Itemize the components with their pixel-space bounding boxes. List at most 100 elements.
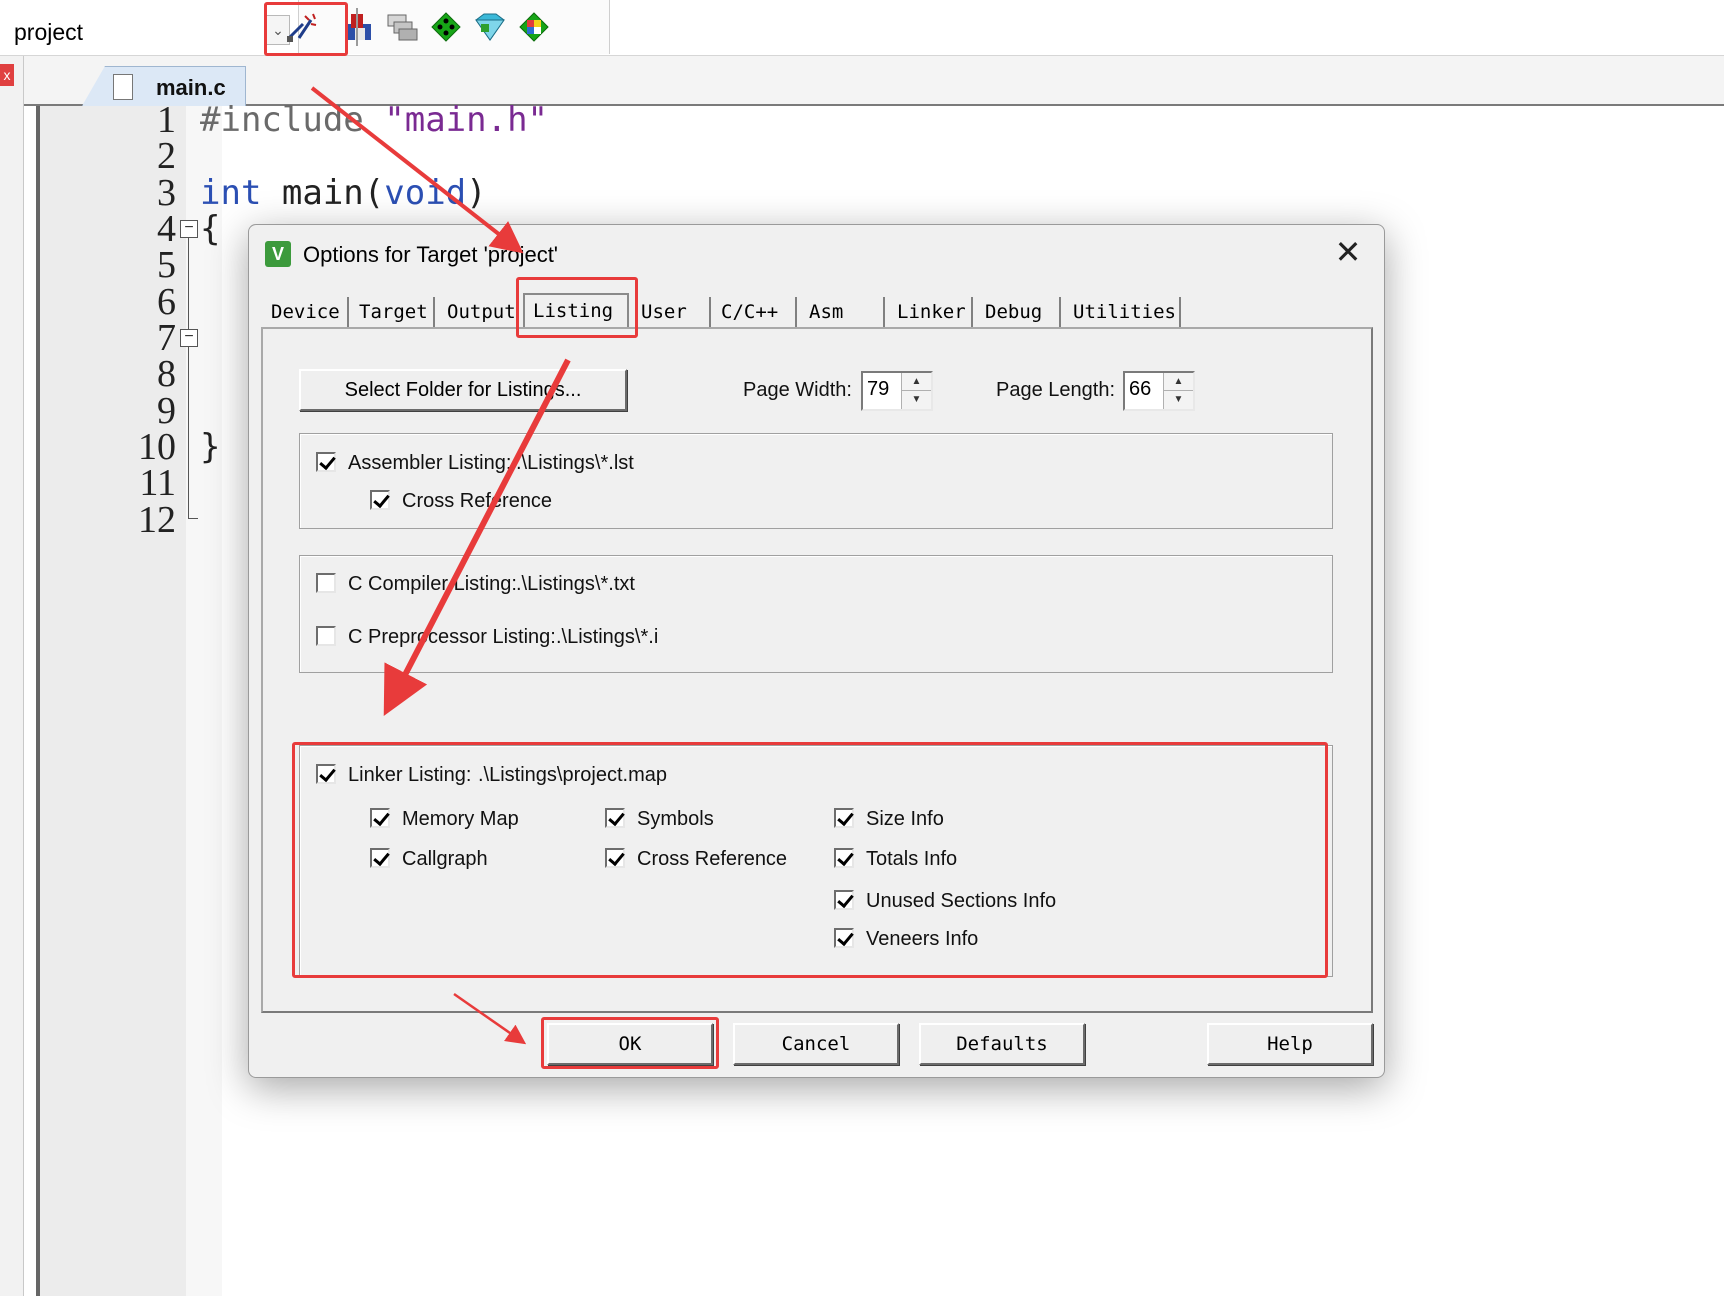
page-width-value: 79: [867, 378, 890, 400]
unused-sections-info-checkbox[interactable]: [834, 890, 854, 910]
line-number: 9: [157, 390, 176, 432]
toolbar-separator: [356, 8, 358, 46]
pack-installer-icon[interactable]: [473, 10, 507, 44]
target-select[interactable]: project ⌄: [0, 8, 298, 50]
tab-asm[interactable]: Asm: [801, 297, 885, 327]
toolbar: project ⌄: [0, 0, 1724, 56]
down-arrow-icon: ▼: [1173, 394, 1184, 405]
fold-toggle-icon[interactable]: −: [180, 220, 198, 238]
linker-listing-path: .\Listings\project.map: [478, 764, 667, 786]
code-line-3: int main(void): [200, 173, 487, 213]
line-number: 1: [157, 99, 176, 141]
manage-components-icon[interactable]: [385, 10, 419, 44]
tab-device[interactable]: Device: [263, 297, 349, 327]
line-number: 2: [157, 135, 176, 177]
callgraph-checkbox[interactable]: [370, 848, 390, 868]
tab-target[interactable]: Target: [351, 297, 435, 327]
tab-output[interactable]: Output: [439, 297, 519, 327]
line-number: 10: [138, 426, 176, 468]
page-length-label: Page Length:: [996, 379, 1115, 401]
spinner-buttons[interactable]: ▲ ▼: [1163, 373, 1193, 409]
select-folder-button[interactable]: Select Folder for Listings...: [299, 369, 627, 411]
c-compiler-listing-path: .\Listings\*.txt: [516, 573, 635, 595]
memory-map-checkbox[interactable]: [370, 808, 390, 828]
up-arrow-icon: ▲: [902, 373, 931, 391]
tab-listing[interactable]: Listing: [523, 293, 629, 329]
code-line-1: #include "main.h": [200, 100, 549, 140]
size-info-label: Size Info: [866, 808, 944, 830]
spinner-buttons[interactable]: ▲ ▼: [901, 373, 931, 409]
unused-sections-info-label: Unused Sections Info: [866, 890, 1057, 912]
page-length-spinner[interactable]: 66 ▲ ▼: [1123, 371, 1195, 411]
linker-listing-checkbox[interactable]: [316, 764, 336, 784]
tab-c-cpp[interactable]: C/C++: [713, 297, 797, 327]
assembler-listing-path: .\Listings\*.lst: [516, 452, 634, 474]
memory-map-label: Memory Map: [402, 808, 519, 830]
symbols-label: Symbols: [637, 808, 714, 830]
close-icon[interactable]: ✕: [1328, 233, 1368, 273]
fold-toggle-icon[interactable]: −: [180, 329, 198, 347]
tab-debug[interactable]: Debug: [977, 297, 1061, 327]
callgraph-label: Callgraph: [402, 848, 488, 870]
help-button[interactable]: Help: [1207, 1023, 1373, 1065]
editor-tab-bar: main.c: [24, 56, 1724, 106]
totals-info-checkbox[interactable]: [834, 848, 854, 868]
c-preprocessor-listing-checkbox[interactable]: [316, 626, 336, 646]
page-length-value: 66: [1129, 378, 1152, 400]
linker-listing-label: Linker Listing:: [348, 764, 472, 786]
veneers-info-label: Veneers Info: [866, 928, 979, 950]
options-for-target-dialog: V Options for Target 'project' ✕ Device …: [248, 224, 1385, 1078]
totals-info-label: Totals Info: [866, 848, 958, 870]
code-line-10: }: [200, 427, 221, 467]
c-preprocessor-listing-label: C Preprocessor Listing:: [348, 626, 556, 648]
run-time-environment-icon[interactable]: [517, 10, 551, 44]
file-icon: [113, 74, 133, 100]
asm-cross-reference-checkbox[interactable]: [370, 490, 390, 510]
line-number: 8: [157, 353, 176, 395]
tab-user[interactable]: User: [633, 297, 711, 327]
line-number: 7: [157, 317, 176, 359]
dialog-tabs: Device Target Output Listing User C/C++ …: [263, 293, 1373, 329]
veneers-info-checkbox[interactable]: [834, 928, 854, 948]
c-preprocessor-listing-path: .\Listings\*.i: [556, 626, 659, 648]
cancel-button[interactable]: Cancel: [733, 1023, 899, 1065]
line-number: 5: [157, 244, 176, 286]
c-compiler-listing-checkbox[interactable]: [316, 573, 336, 593]
linker-cross-reference-checkbox[interactable]: [605, 848, 625, 868]
asm-cross-reference-label: Cross Reference: [402, 490, 553, 512]
down-arrow-icon: ▼: [911, 394, 922, 405]
file-tab-label: main.c: [156, 75, 226, 100]
symbols-checkbox[interactable]: [605, 808, 625, 828]
c-compiler-listing-label: C Compiler Listing:: [348, 573, 517, 595]
load-icon[interactable]: [341, 10, 375, 44]
project-panel-edge: x: [0, 56, 24, 1296]
assembler-listing-label: Assembler Listing:: [348, 452, 512, 474]
size-info-checkbox[interactable]: [834, 808, 854, 828]
compiler-listing-group: C Compiler Listing: .\Listings\*.txt C P…: [299, 555, 1333, 673]
fold-line: [188, 347, 189, 519]
page-width-spinner[interactable]: 79 ▲ ▼: [861, 371, 933, 411]
tab-utilities[interactable]: Utilities: [1065, 297, 1181, 327]
line-number-gutter: 1 2 3 4 5 6 7 8 9 10 11 12: [40, 100, 186, 1296]
fold-column: [186, 106, 222, 1296]
linker-cross-reference-label: Cross Reference: [637, 848, 788, 870]
select-device-icon[interactable]: [429, 10, 463, 44]
dialog-title: Options for Target 'project': [303, 242, 559, 267]
code-line-4: {: [200, 209, 221, 249]
tab-linker[interactable]: Linker: [889, 297, 973, 327]
ok-button[interactable]: OK: [547, 1023, 713, 1065]
up-arrow-icon: ▲: [1164, 373, 1193, 391]
assembler-listing-group: Assembler Listing: .\Listings\*.lst Cros…: [299, 433, 1333, 529]
defaults-button[interactable]: Defaults: [919, 1023, 1085, 1065]
target-select-value: project: [14, 19, 84, 45]
assembler-listing-checkbox[interactable]: [316, 452, 336, 472]
options-for-target-icon[interactable]: [285, 10, 319, 44]
build-toolbar: [287, 0, 610, 54]
keil-app-icon: V: [265, 241, 291, 267]
line-number: 11: [139, 462, 176, 504]
close-icon[interactable]: x: [0, 64, 14, 86]
line-number: 3: [157, 172, 176, 214]
line-number: 4: [157, 208, 176, 250]
line-number: 12: [138, 499, 176, 541]
listing-tab-panel: Select Folder for Listings... Page Width…: [261, 327, 1373, 1013]
